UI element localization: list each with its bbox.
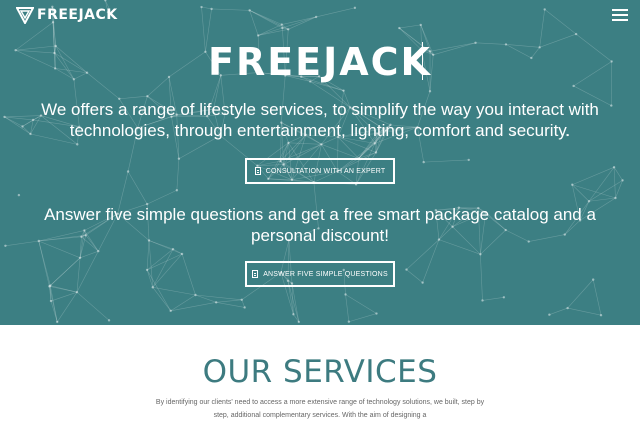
consultation-button[interactable]: CONSULTATION WITH AN EXPERT [245,158,395,184]
brand-logo[interactable]: FREEJACK [16,6,118,24]
typing-caret [422,42,423,80]
services-title: OUR SERVICES [202,354,438,390]
hero-sub-text: Answer five simple questions and get a f… [44,205,596,245]
hamburger-menu-icon[interactable] [612,9,628,21]
consultation-button-label: CONSULTATION WITH AN EXPERT [265,167,386,175]
questions-button-label: ANSWER FIVE SIMPLE QUESTIONS [263,270,388,278]
top-navbar: FREEJACK [0,0,640,30]
brand-name: FREEJACK [37,7,118,23]
questions-button[interactable]: ANSWER FIVE SIMPLE QUESTIONS [245,261,395,287]
hero-title: FREEJACK [207,40,433,84]
hero-lead-text: We offers a range of lifestyle services,… [41,100,599,140]
document-icon [252,270,259,278]
hero-section: FREEJACK FREEJACK We offers a range of l… [0,0,640,325]
freejack-logo-icon [16,7,34,24]
services-intro-text: By identifying our clients' need to acce… [155,399,485,419]
document-icon [254,167,261,175]
services-section: OUR SERVICES By identifying our clients'… [0,325,640,427]
